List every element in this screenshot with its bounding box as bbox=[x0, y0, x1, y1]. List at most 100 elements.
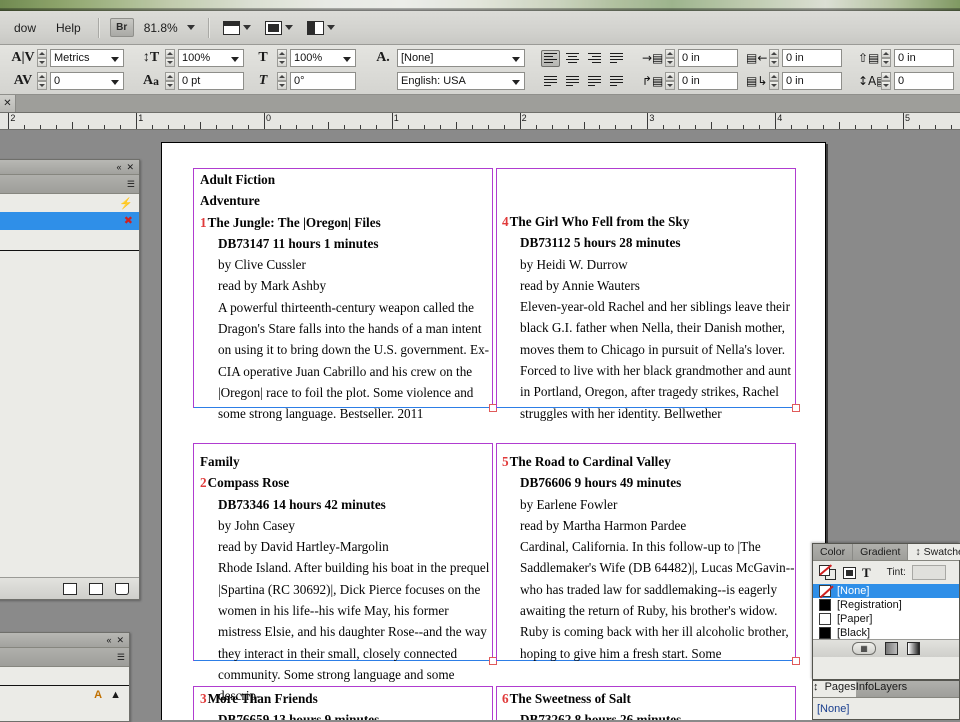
clear-overrides-icon[interactable]: ✖ bbox=[124, 214, 133, 227]
chevron-down-icon[interactable] bbox=[326, 25, 335, 30]
ruler-tick-minor bbox=[200, 122, 202, 129]
entry-annotation-4: Eleven-year-old Rachel and her siblings … bbox=[520, 299, 791, 421]
zoom-level-control[interactable]: 81.8% bbox=[138, 21, 201, 35]
skew-field[interactable]: 0° bbox=[290, 72, 356, 90]
drop-cap-lines-stepper[interactable] bbox=[881, 72, 891, 90]
vertical-scale-field[interactable]: 100% bbox=[178, 49, 244, 67]
new-style-icon[interactable] bbox=[89, 582, 103, 595]
kerning-stepper[interactable] bbox=[37, 49, 47, 67]
screen-mode-button[interactable] bbox=[216, 20, 258, 35]
baseline-shift-stepper[interactable] bbox=[165, 72, 175, 90]
tab-swatches[interactable]: ↕ Swatches bbox=[908, 544, 960, 560]
tab-gradient[interactable]: Gradient bbox=[853, 544, 909, 560]
swatches-panel-tabs[interactable]: Color Gradient ↕ Swatches bbox=[813, 544, 960, 561]
styles-panel-title-bar[interactable]: « ✕ bbox=[0, 160, 139, 175]
collapse-icon[interactable]: « bbox=[106, 635, 111, 645]
swatch-item-registration[interactable]: [Registration] bbox=[813, 598, 959, 612]
horizontal-scale-stepper[interactable] bbox=[277, 49, 287, 67]
space-before-field[interactable]: 0 in bbox=[894, 49, 954, 67]
language-field[interactable]: English: USA bbox=[397, 72, 525, 90]
genre-heading-family: Family bbox=[200, 454, 240, 469]
data-merge-title-bar[interactable]: « ✕ bbox=[0, 633, 129, 648]
fill-stroke-icon[interactable] bbox=[819, 564, 837, 580]
pages-panel-tabs[interactable]: ↕ Pages Info Layers bbox=[813, 681, 959, 698]
swatch-item-none[interactable]: [None] bbox=[813, 584, 959, 598]
justify-right-button[interactable] bbox=[585, 73, 604, 90]
justify-center-button[interactable] bbox=[563, 73, 582, 90]
last-line-indent-field[interactable]: 0 in bbox=[782, 72, 842, 90]
pages-panel[interactable]: ↕ Pages Info Layers [None] bbox=[812, 680, 960, 720]
chevron-down-icon[interactable] bbox=[186, 25, 195, 30]
align-toward-spine-button[interactable] bbox=[607, 73, 626, 90]
close-icon[interactable]: ✕ bbox=[0, 95, 16, 112]
vertical-scale-stepper[interactable] bbox=[165, 49, 175, 67]
bridge-button[interactable]: Br bbox=[109, 18, 134, 37]
align-right-button[interactable] bbox=[585, 50, 604, 67]
formatting-text-icon[interactable]: T bbox=[862, 565, 871, 581]
justify-left-button[interactable] bbox=[607, 50, 626, 67]
tracking-field[interactable]: 0 bbox=[50, 72, 124, 90]
arrange-documents-button[interactable] bbox=[300, 20, 342, 35]
tab-info[interactable]: Info bbox=[856, 681, 874, 697]
swatch-item-black[interactable]: [Black] bbox=[813, 626, 959, 639]
document-page[interactable]: Adult Fiction Adventure 1The Jungle: The… bbox=[161, 142, 826, 720]
new-group-icon[interactable] bbox=[63, 582, 77, 595]
column-guide bbox=[193, 444, 194, 660]
kerning-method-field[interactable]: Metrics bbox=[50, 49, 124, 67]
align-center-button[interactable] bbox=[563, 50, 582, 67]
swatches-panel[interactable]: Color Gradient ↕ Swatches T Tint: [None]… bbox=[812, 543, 960, 680]
left-indent-field[interactable]: 0 in bbox=[678, 49, 738, 67]
character-style-field[interactable]: [None] bbox=[397, 49, 525, 67]
new-swatch-icon[interactable] bbox=[907, 642, 920, 655]
tab-color[interactable]: Color bbox=[813, 544, 854, 560]
drop-cap-lines-field[interactable]: 0 bbox=[894, 72, 954, 90]
right-indent-stepper[interactable] bbox=[769, 49, 779, 67]
view-mode-button[interactable] bbox=[258, 20, 300, 35]
first-line-indent-field[interactable]: 0 in bbox=[678, 72, 738, 90]
tab-layers[interactable]: Layers bbox=[874, 681, 907, 697]
chevron-down-icon[interactable] bbox=[284, 25, 293, 30]
tab-pages[interactable]: ↕ Pages bbox=[813, 681, 856, 697]
close-icon[interactable]: ✕ bbox=[116, 635, 124, 646]
ruler-tick-minor bbox=[88, 125, 90, 129]
skew-stepper[interactable] bbox=[277, 72, 287, 90]
menu-item-help[interactable]: Help bbox=[46, 17, 91, 39]
panel-menu-icon[interactable]: ☰ bbox=[127, 179, 135, 190]
tint-field[interactable] bbox=[911, 565, 946, 580]
data-source-file[interactable]: b.csv bbox=[0, 667, 129, 685]
space-before-stepper[interactable] bbox=[881, 49, 891, 67]
menu-item-window[interactable]: dow bbox=[4, 17, 46, 39]
eject-icon[interactable]: ▲ bbox=[110, 689, 121, 701]
styles-panel[interactable]: « ✕ Styles ☰ ⚡ e] ✖ er bbox=[0, 159, 140, 600]
data-merge-panel[interactable]: « ✕ ☰ b.csv A ▲ bbox=[0, 632, 130, 722]
close-icon[interactable]: ✕ bbox=[126, 162, 134, 173]
quick-apply-icon[interactable]: ⚡ bbox=[119, 197, 133, 210]
tracking-stepper[interactable] bbox=[37, 72, 47, 90]
horizontal-ruler[interactable]: 21012345678910 bbox=[0, 113, 960, 130]
first-line-indent-stepper[interactable] bbox=[665, 72, 675, 90]
justify-all-button[interactable] bbox=[541, 73, 560, 90]
right-indent-field[interactable]: 0 in bbox=[782, 49, 842, 67]
ruler-tick-minor bbox=[279, 125, 281, 129]
new-color-group-icon[interactable] bbox=[885, 642, 898, 655]
style-list-item-2[interactable]: er bbox=[0, 230, 139, 248]
formatting-container-icon[interactable] bbox=[843, 566, 856, 579]
trash-icon[interactable] bbox=[115, 582, 129, 595]
left-indent-stepper[interactable] bbox=[665, 49, 675, 67]
panel-menu-icon[interactable]: ☰ bbox=[117, 652, 125, 663]
show-all-swatches-icon[interactable]: ▦ bbox=[852, 642, 876, 655]
chevron-down-icon[interactable] bbox=[242, 25, 251, 30]
data-merge-tabs[interactable]: ☰ bbox=[0, 648, 129, 667]
ruler-tick-minor bbox=[743, 125, 745, 129]
text-field-icon[interactable]: A bbox=[94, 689, 102, 701]
style-list-item-selected[interactable]: e] ✖ bbox=[0, 212, 139, 230]
collapse-icon[interactable]: « bbox=[116, 162, 121, 172]
horizontal-scale-field[interactable]: 100% bbox=[290, 49, 356, 67]
swatches-list[interactable]: [None] [Registration] [Paper] [Black] bbox=[813, 584, 959, 639]
align-left-button[interactable] bbox=[541, 49, 560, 67]
baseline-shift-field[interactable]: 0 pt bbox=[178, 72, 244, 90]
swatch-item-paper[interactable]: [Paper] bbox=[813, 612, 959, 626]
last-line-indent-stepper[interactable] bbox=[769, 72, 779, 90]
styles-panel-tabs[interactable]: Styles ☰ bbox=[0, 175, 139, 194]
ruler-tick-minor bbox=[839, 122, 841, 129]
